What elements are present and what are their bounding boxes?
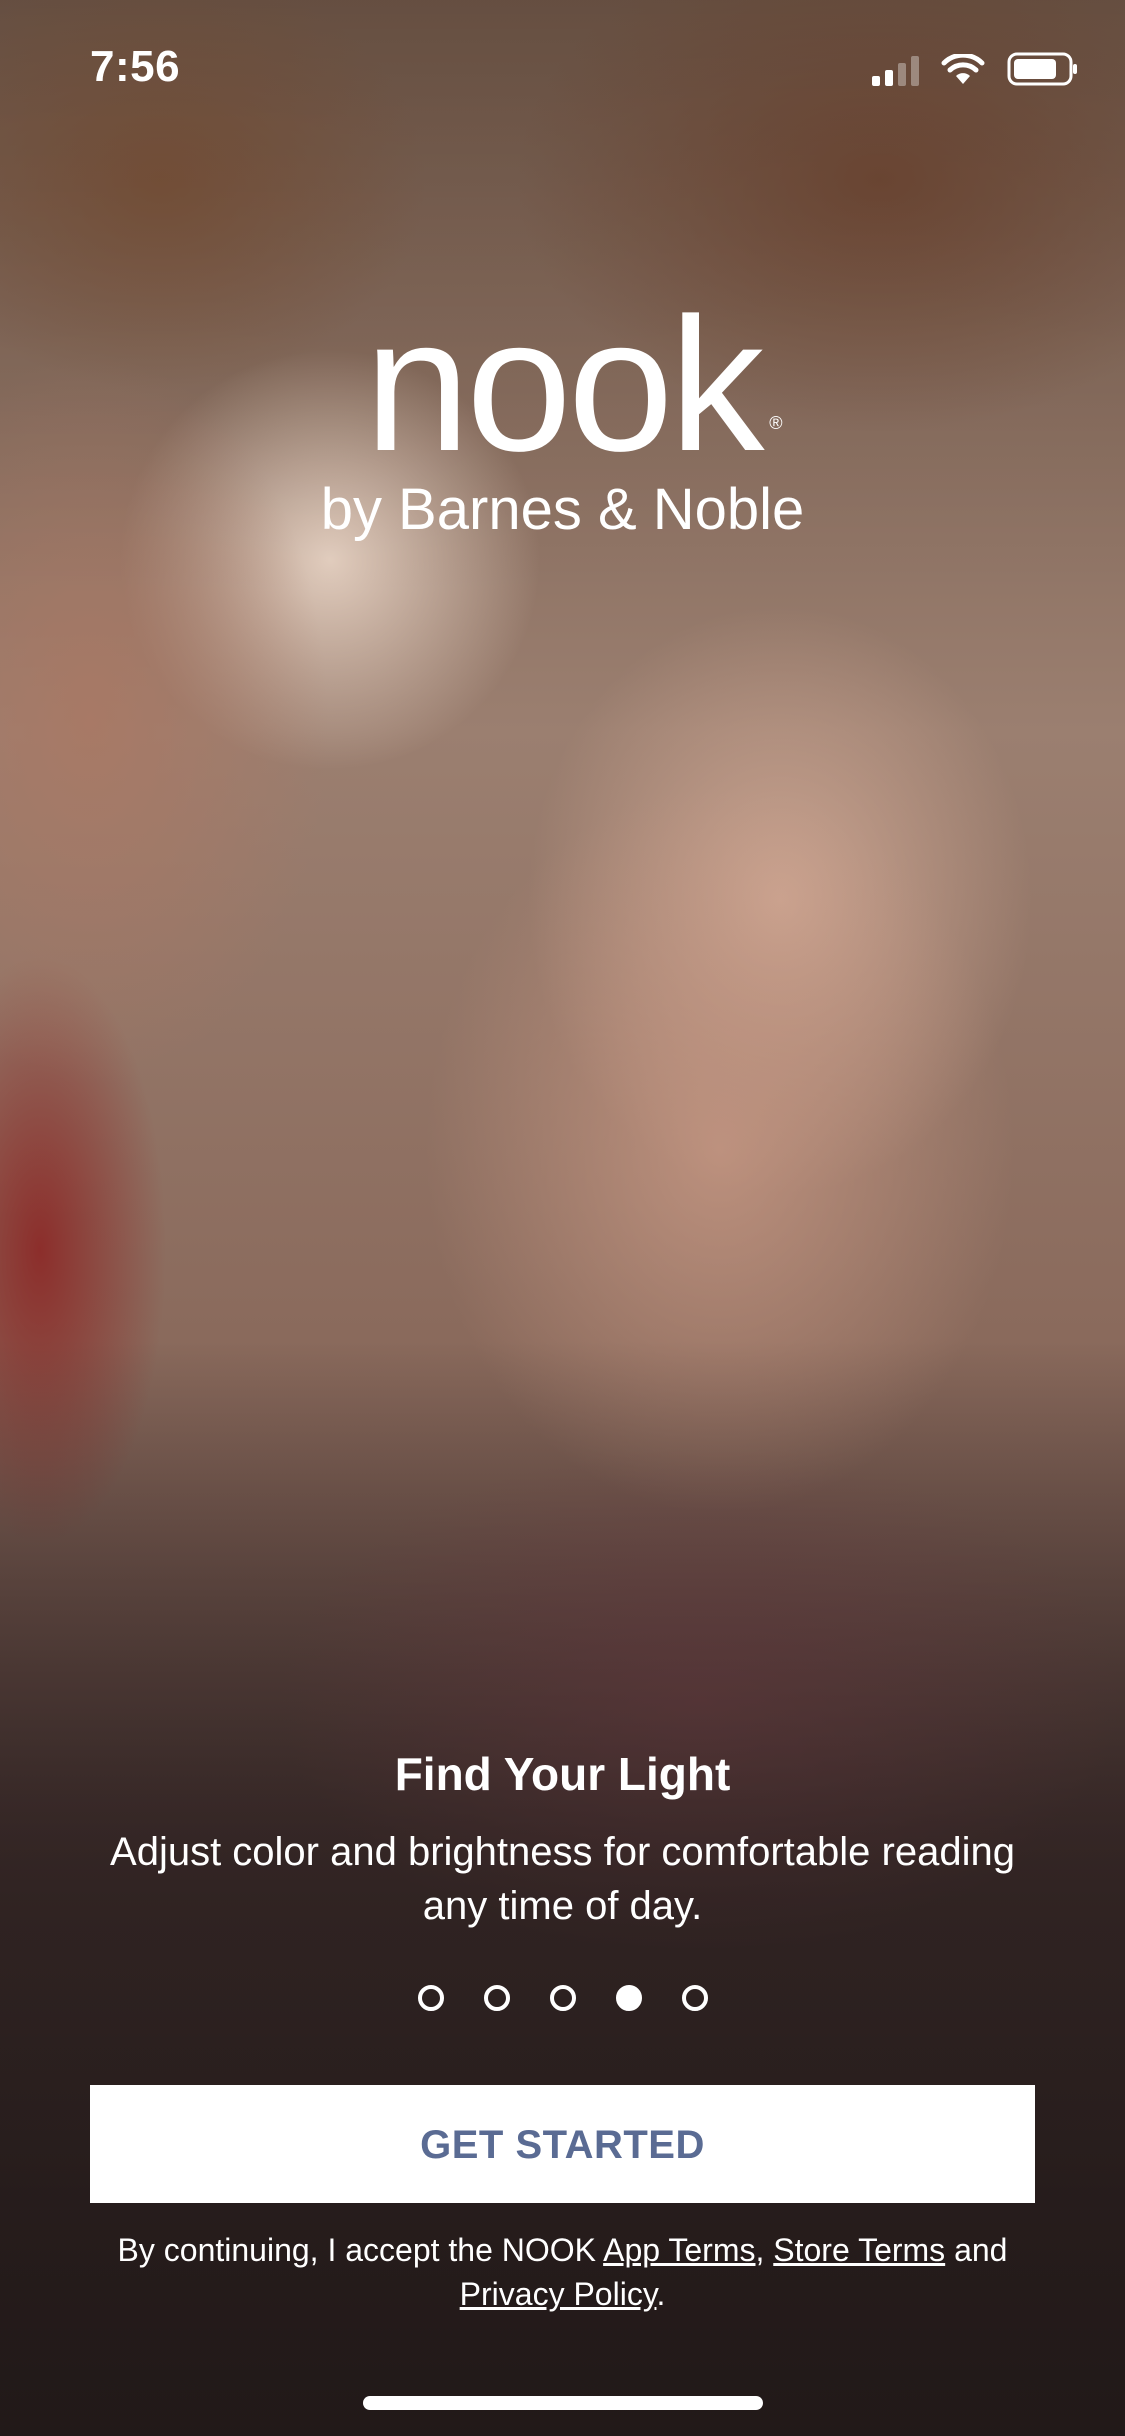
status-time: 7:56 [90,42,181,91]
page-dot-5[interactable] [681,1985,708,2011]
onboarding-screen: 7:56 nook ® by Barnes & Noble Find Your … [0,0,1125,2436]
legal-notice: By continuing, I accept the NOOK App Ter… [70,2228,1055,2316]
registered-mark: ® [769,413,783,433]
logo-wordmark-text: nook [364,279,764,491]
store-terms-link[interactable]: Store Terms [773,2232,945,2268]
legal-suffix: . [656,2276,666,2312]
home-indicator[interactable] [363,2396,763,2410]
legal-comma: , [755,2232,774,2268]
cellular-signal-icon [872,56,919,86]
page-dot-4-active[interactable] [615,1985,642,2011]
wifi-icon [941,54,985,84]
logo-wordmark: nook ® [364,290,782,480]
app-terms-link[interactable]: App Terms [603,2232,755,2268]
page-dot-2[interactable] [483,1985,510,2011]
page-dot-3[interactable] [549,1985,576,2011]
legal-prefix: By continuing, I accept the NOOK [117,2232,604,2268]
page-dot-1[interactable] [417,1985,444,2011]
onboarding-description: Adjust color and brightness for comforta… [110,1830,1015,1928]
privacy-policy-link[interactable]: Privacy Policy [460,2276,657,2312]
onboarding-title: Find Your Light [394,1748,731,1800]
get-started-button[interactable]: GET STARTED [90,2085,1035,2203]
battery-icon [1007,52,1077,86]
legal-and: and [945,2232,1008,2268]
page-indicator[interactable] [0,1985,1125,2011]
nook-logo: nook ® by Barnes & Noble [0,290,1125,542]
status-icons [872,52,1079,86]
